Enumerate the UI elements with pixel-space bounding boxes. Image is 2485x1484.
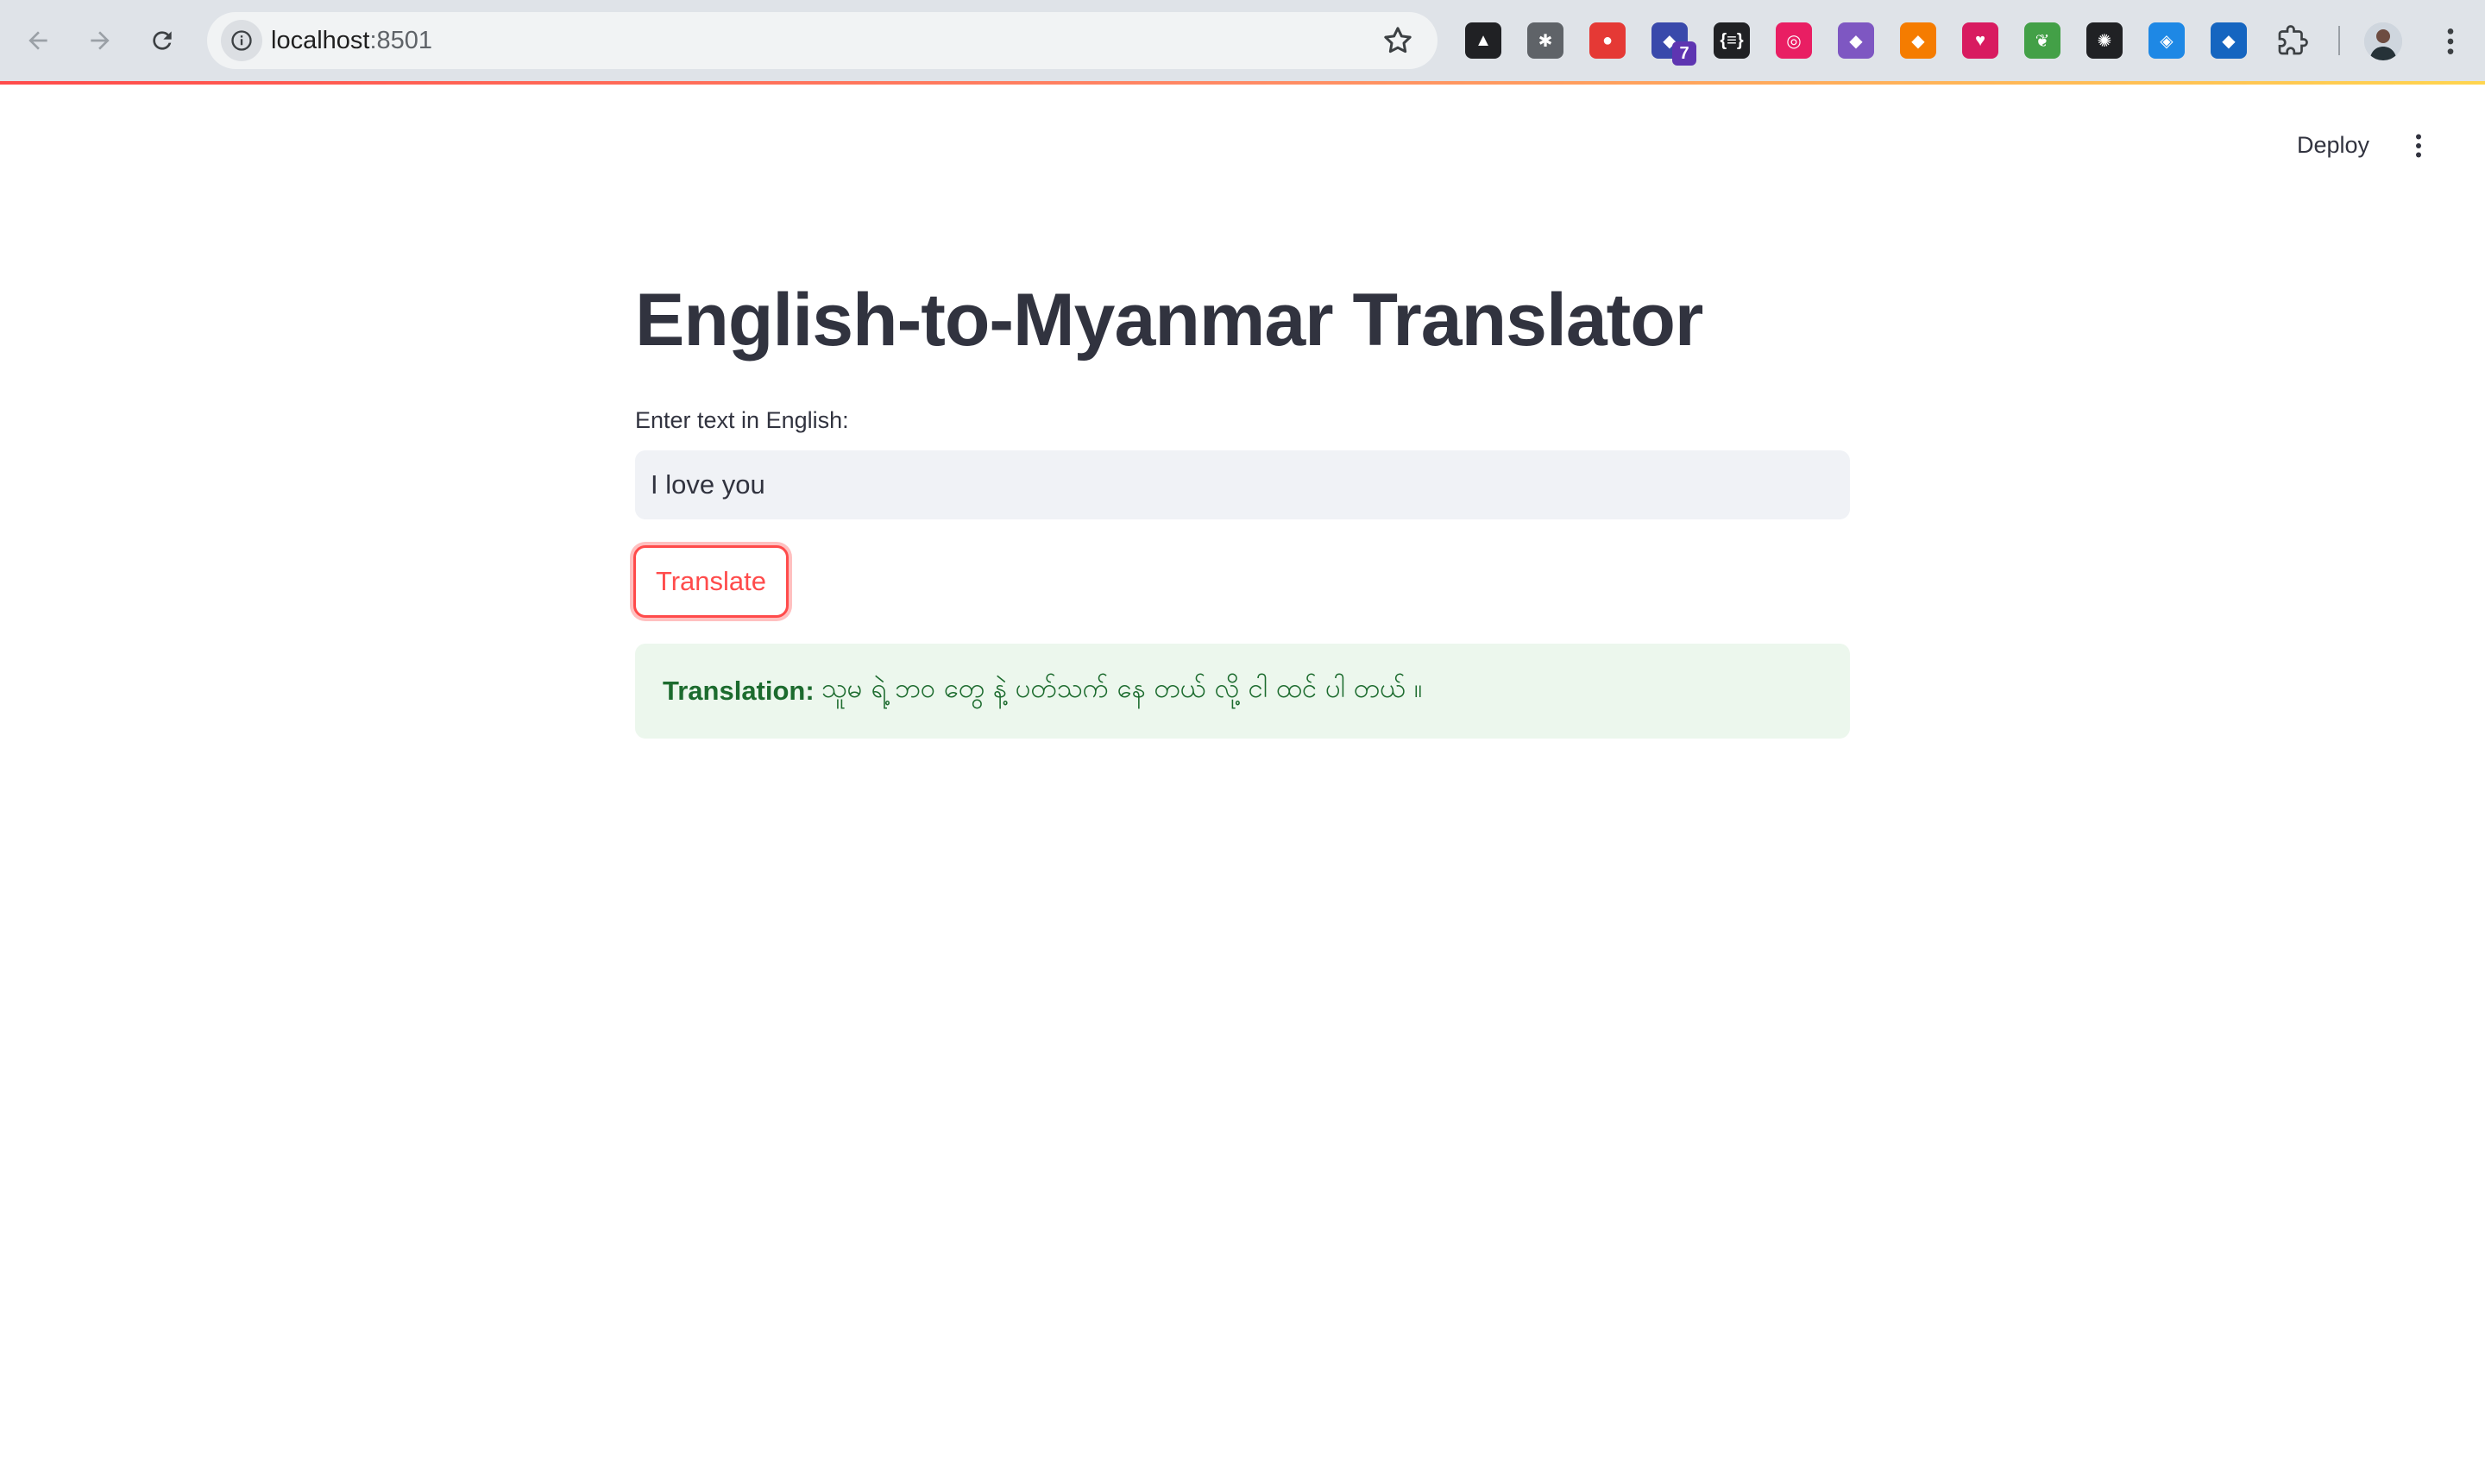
kebab-icon <box>2447 28 2454 54</box>
english-text-input[interactable] <box>635 450 1850 519</box>
result-label: Translation: <box>663 676 815 706</box>
avatar-icon <box>2364 22 2402 60</box>
forward-button[interactable] <box>74 15 126 66</box>
page-title: English-to-Myanmar Translator <box>635 279 1703 362</box>
url-port: :8501 <box>369 27 433 54</box>
ext-heart-icon[interactable]: ♥ <box>1962 22 1998 59</box>
address-bar[interactable]: localhost:8501 <box>207 12 1438 69</box>
extension-glyph: ◎ <box>1786 31 1802 51</box>
ext-purple-icon[interactable]: ◆ 7 <box>1651 22 1696 66</box>
ext-cat-icon[interactable]: ◆ <box>1838 22 1874 59</box>
translation-result: Translation: သူမ ရဲ့ ဘဝ တွေ နဲ့ ပတ်သက် န… <box>635 644 1850 739</box>
browser-menu-button[interactable] <box>2433 24 2468 59</box>
ext-json-icon[interactable]: {≡} <box>1714 22 1750 59</box>
toolbar-divider <box>2338 26 2340 55</box>
app-menu-button[interactable] <box>2399 126 2438 166</box>
ext-fox-icon[interactable]: ◆ <box>1900 22 1936 59</box>
arrow-left-icon <box>28 31 47 50</box>
ext-anvil-icon[interactable]: ▲ <box>1465 22 1501 59</box>
ext-cap-icon[interactable]: ◆ <box>2211 22 2247 59</box>
extension-glyph: ● <box>1601 30 1614 50</box>
ext-tag-icon[interactable]: ◈ <box>2148 22 2185 59</box>
ext-bug-icon[interactable]: ✱ <box>1527 22 1563 59</box>
result-text: သူမ ရဲ့ ဘဝ တွေ နဲ့ ပတ်သက် နေ တယ် လို့ ငါ… <box>821 673 1423 704</box>
info-icon <box>231 30 252 51</box>
extension-glyph: ◆ <box>1911 31 1925 51</box>
kebab-icon <box>2416 134 2421 158</box>
app-top-decoration <box>0 81 2485 85</box>
input-label: Enter text in English: <box>635 407 849 433</box>
puzzle-icon <box>2278 25 2308 55</box>
url-host: localhost <box>271 27 370 54</box>
profile-avatar[interactable] <box>2364 22 2402 60</box>
ext-colorpicker-icon[interactable]: ◎ <box>1776 22 1812 59</box>
extension-glyph: ▲ <box>1475 30 1492 50</box>
back-button[interactable] <box>12 15 64 66</box>
translate-button[interactable]: Translate <box>633 545 789 618</box>
extension-glyph: ✱ <box>1538 31 1553 51</box>
star-icon[interactable] <box>1381 23 1415 58</box>
reload-button[interactable] <box>136 15 188 66</box>
ext-leaf-icon[interactable]: ❦ <box>2024 22 2060 59</box>
ext-openai-icon[interactable]: ✺ <box>2086 22 2123 59</box>
url-text[interactable]: localhost:8501 <box>271 12 432 69</box>
site-info-button[interactable] <box>221 20 262 61</box>
extensions-button[interactable] <box>2274 22 2311 59</box>
extension-glyph: ❦ <box>2035 31 2050 51</box>
extension-glyph: {≡} <box>1720 30 1744 50</box>
extension-glyph: ◈ <box>2160 31 2174 51</box>
extension-glyph: ◆ <box>1849 31 1863 51</box>
extension-glyph: ◆ <box>2222 31 2236 51</box>
extension-glyph: ✺ <box>2097 31 2112 51</box>
reload-icon <box>153 31 172 50</box>
browser-toolbar: localhost:8501 ▲ ✱ ● ◆ 7 {≡} ◎ ◆ ◆ ♥ ❦ ✺ ◈ ◆ <box>0 0 2485 81</box>
ext-red-icon[interactable]: ● <box>1589 22 1626 59</box>
arrow-right-icon <box>91 31 110 50</box>
extension-badge: 7 <box>1672 41 1696 66</box>
extension-glyph: ♥ <box>1975 30 1985 50</box>
deploy-button[interactable]: Deploy <box>2281 123 2385 167</box>
